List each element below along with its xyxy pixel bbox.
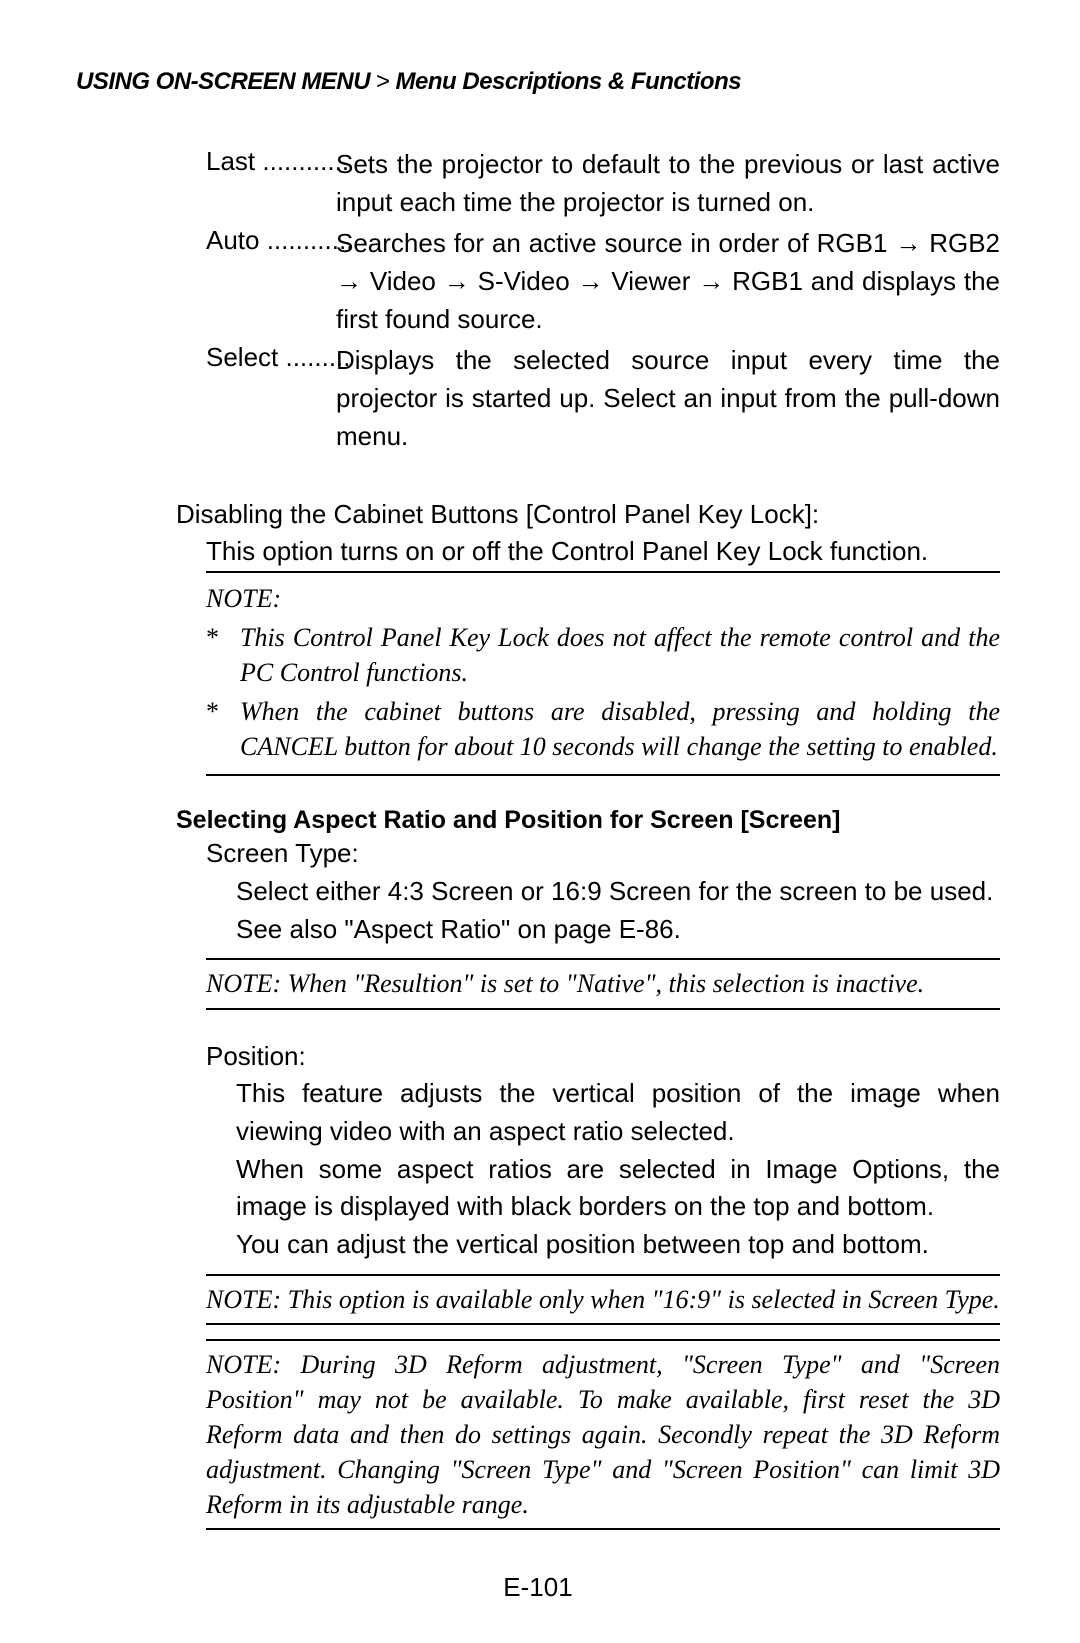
position-para-2: When some aspect ratios are selected in … [176,1151,1000,1226]
page-number: E-101 [76,1572,1000,1603]
screen-type-label: Screen Type: [176,835,1000,873]
note-bullet-1: This Control Panel Key Lock does not aff… [240,620,1000,690]
note-label: NOTE: [206,581,1000,616]
definition-term-auto: Auto ............ [206,225,336,338]
bullet-star-icon: * [206,694,240,764]
definition-term-select: Select ......... [206,342,336,455]
header-section: USING ON-SCREEN MENU [76,68,370,95]
note-native: NOTE: When "Resultion" is set to "Native… [206,958,1000,1009]
note-3d-reform: NOTE: During 3D Reform adjustment, "Scre… [206,1339,1000,1530]
cabinet-desc: This option turns on or off the Control … [176,533,1000,571]
bullet-star-icon: * [206,620,240,690]
screen-heading: Selecting Aspect Ratio and Position for … [176,806,1000,835]
note-169: NOTE: This option is available only when… [206,1274,1000,1325]
note-block-keylock: NOTE: * This Control Panel Key Lock does… [206,571,1000,776]
screen-type-desc: Select either 4:3 Screen or 16:9 Screen … [176,873,1000,948]
header-separator: > [370,68,396,95]
definition-desc-auto: Searches for an active source in order o… [336,225,1000,338]
definition-term-last: Last ............ [206,146,336,221]
position-para-1: This feature adjusts the vertical positi… [176,1075,1000,1150]
definition-select: Select ......... Displays the selected s… [206,342,1000,455]
note-bullet-2: When the cabinet buttons are disabled, p… [240,694,1000,764]
position-para-3: You can adjust the vertical position bet… [176,1226,1000,1264]
page-header: USING ON-SCREEN MENU>Menu Descriptions &… [76,68,1000,96]
header-subsection: Menu Descriptions & Functions [396,68,742,95]
definition-auto: Auto ............ Searches for an active… [206,225,1000,338]
definition-last: Last ............ Sets the projector to … [206,146,1000,221]
definition-desc-select: Displays the selected source input every… [336,342,1000,455]
definition-desc-last: Sets the projector to default to the pre… [336,146,1000,221]
cabinet-title: Disabling the Cabinet Buttons [Control P… [176,496,1000,534]
position-label: Position: [176,1038,1000,1076]
